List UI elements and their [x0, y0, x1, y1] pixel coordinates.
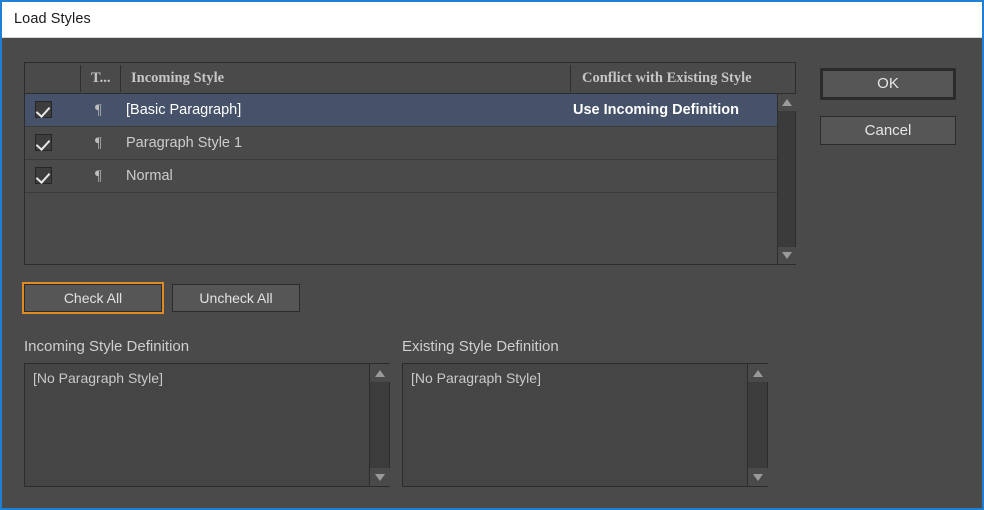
dialog-body: T... Incoming Style Conflict with Existi…	[2, 38, 982, 508]
existing-style-definition-label: Existing Style Definition	[402, 338, 559, 355]
triangle-up-icon[interactable]	[748, 364, 768, 382]
triangle-up-icon[interactable]	[370, 364, 390, 382]
existing-style-definition-text: [No Paragraph Style]	[411, 370, 541, 386]
incoming-style-definition-label: Incoming Style Definition	[24, 338, 190, 355]
styles-table-rows: ¶ [Basic Paragraph] Use Incoming Definit…	[25, 94, 777, 264]
triangle-down-icon[interactable]	[748, 468, 768, 486]
incoming-definition-scrollbar[interactable]	[369, 364, 390, 486]
load-styles-dialog: Load Styles T... Incoming Style Conflict…	[0, 0, 984, 510]
triangle-up-icon[interactable]	[778, 94, 796, 111]
cancel-button[interactable]: Cancel	[820, 116, 956, 145]
check-all-button[interactable]: Check All	[22, 282, 164, 314]
existing-style-definition-panel: [No Paragraph Style]	[402, 363, 768, 487]
column-header-incoming-style[interactable]: Incoming Style	[123, 63, 563, 93]
column-header-conflict[interactable]: Conflict with Existing Style	[573, 63, 793, 93]
pilcrow-icon: ¶	[95, 168, 102, 184]
incoming-style-definition-text: [No Paragraph Style]	[33, 370, 163, 386]
styles-table: T... Incoming Style Conflict with Existi…	[24, 62, 796, 265]
column-header-checkbox[interactable]	[33, 63, 61, 93]
triangle-down-icon[interactable]	[370, 468, 390, 486]
column-divider-1	[80, 65, 81, 92]
table-row[interactable]: ¶ Normal	[25, 160, 777, 193]
pilcrow-icon: ¶	[95, 102, 102, 118]
existing-definition-scrollbar[interactable]	[747, 364, 768, 486]
row-checkbox[interactable]	[35, 101, 52, 118]
styles-table-header: T... Incoming Style Conflict with Existi…	[25, 63, 795, 94]
table-row[interactable]: ¶ Paragraph Style 1	[25, 127, 777, 160]
row-style-name: [Basic Paragraph]	[126, 102, 242, 118]
incoming-style-definition-panel: [No Paragraph Style]	[24, 363, 390, 487]
styles-table-scrollbar[interactable]	[777, 94, 796, 264]
row-style-name: Normal	[126, 168, 173, 184]
row-checkbox[interactable]	[35, 134, 52, 151]
row-conflict-value[interactable]: Use Incoming Definition	[573, 94, 739, 127]
uncheck-all-button[interactable]: Uncheck All	[172, 284, 300, 312]
table-row[interactable]: ¶ [Basic Paragraph] Use Incoming Definit…	[25, 94, 777, 127]
triangle-down-icon[interactable]	[778, 247, 796, 264]
pilcrow-icon: ¶	[95, 135, 102, 151]
dialog-titlebar: Load Styles	[2, 2, 982, 38]
dialog-title: Load Styles	[14, 11, 91, 27]
ok-button[interactable]: OK	[820, 68, 956, 100]
table-row-empty	[25, 193, 777, 226]
table-row-empty	[25, 226, 777, 259]
column-header-type[interactable]: T...	[83, 63, 123, 93]
row-checkbox[interactable]	[35, 167, 52, 184]
row-style-name: Paragraph Style 1	[126, 135, 243, 151]
column-divider-2	[120, 65, 121, 92]
column-divider-3	[570, 65, 571, 92]
